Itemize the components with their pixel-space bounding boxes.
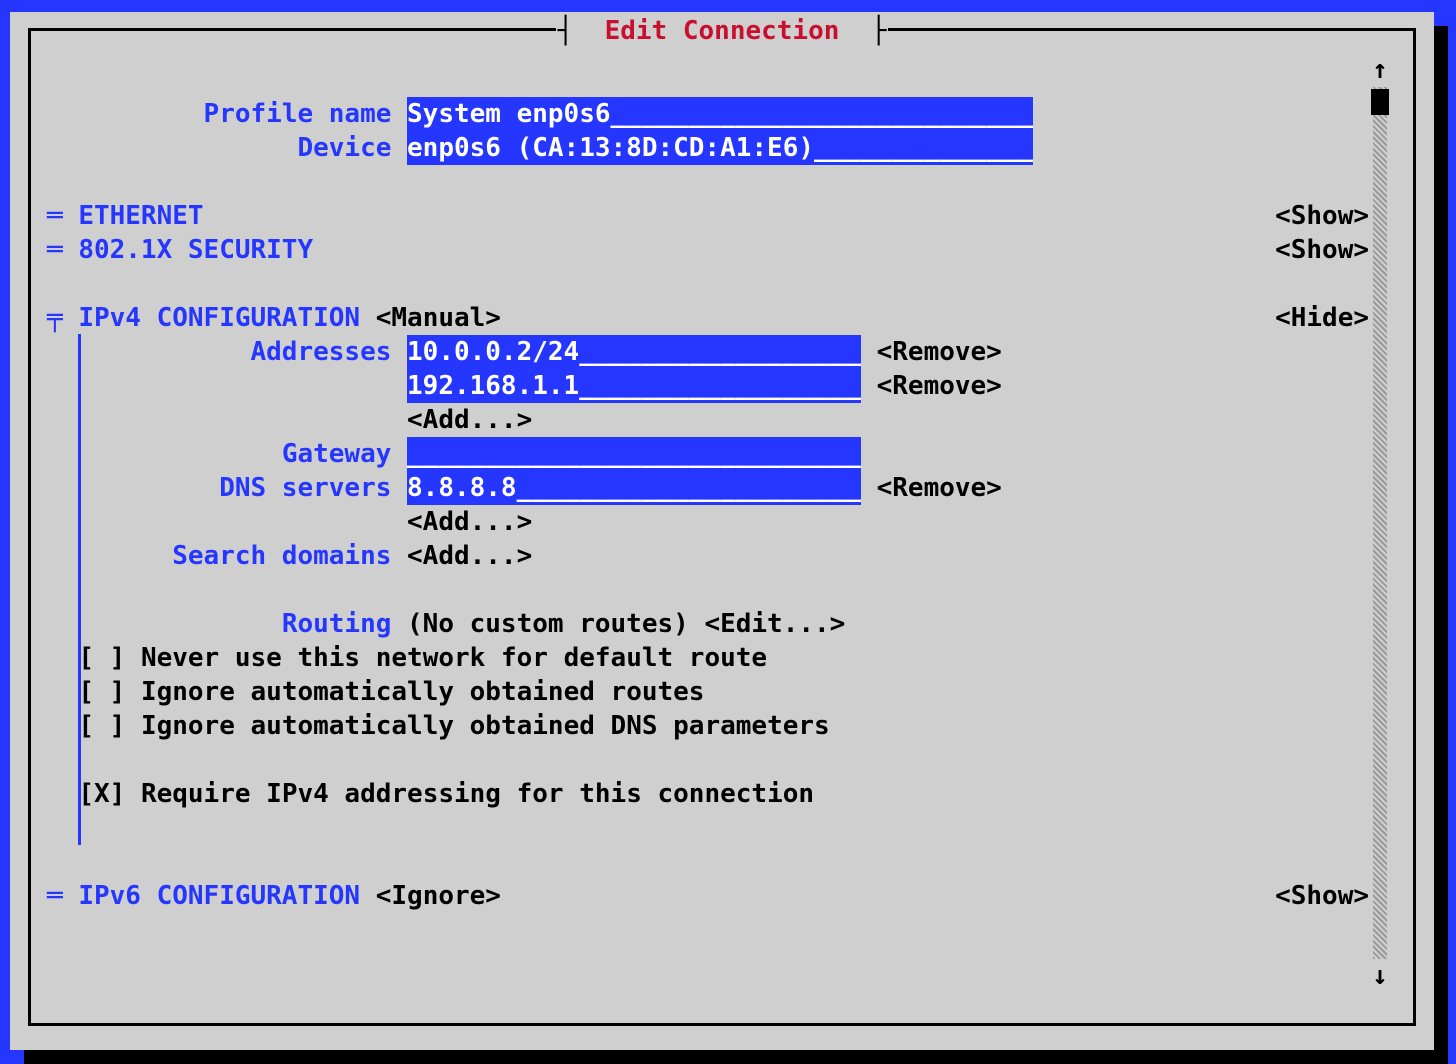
ipv4-mode-select[interactable]: <Manual>: [376, 303, 501, 333]
ipv4-routing-edit[interactable]: <Edit...>: [704, 607, 845, 641]
ipv4-dns-label: DNS servers: [47, 471, 407, 505]
device-label: Device: [47, 131, 407, 165]
dot1x-section-label: 802.1X SECURITY: [78, 235, 313, 265]
scrollbar[interactable]: ↑ ↓: [1371, 53, 1389, 993]
ipv6-toggle[interactable]: <Show>: [1275, 879, 1369, 913]
ethernet-toggle[interactable]: <Show>: [1275, 199, 1369, 233]
ipv4-dns-0-input[interactable]: 8.8.8.8______________________: [407, 471, 861, 505]
ipv6-section-label: IPv6 CONFIGURATION: [78, 881, 360, 911]
ipv4-dns-0-remove[interactable]: <Remove>: [877, 471, 1002, 505]
ipv4-opt-require-checkbox[interactable]: [X]: [78, 777, 125, 811]
ipv4-opt-ignore-dns-checkbox[interactable]: [ ]: [78, 709, 125, 743]
scrollbar-thumb[interactable]: [1371, 89, 1389, 115]
ipv4-search-add[interactable]: <Add...>: [407, 539, 532, 573]
profile-name-label: Profile name: [47, 97, 407, 131]
ipv4-opt-never-default-label: Never use this network for default route: [141, 641, 767, 675]
device-input[interactable]: enp0s6 (CA:13:8D:CD:A1:E6)______________: [407, 131, 1033, 165]
ipv4-routing-label: Routing: [47, 607, 407, 641]
ipv4-address-0-input[interactable]: 10.0.0.2/24__________________: [407, 335, 861, 369]
ipv4-section-label: IPv4 CONFIGURATION: [78, 303, 360, 333]
ipv4-addresses-label: Addresses: [47, 335, 407, 369]
scroll-up-icon[interactable]: ↑: [1371, 53, 1389, 87]
ipv4-opt-ignore-dns-label: Ignore automatically obtained DNS parame…: [141, 709, 830, 743]
ipv4-toggle[interactable]: <Hide>: [1275, 301, 1369, 335]
ipv4-address-1-remove[interactable]: <Remove>: [877, 369, 1002, 403]
scrollbar-track[interactable]: [1373, 87, 1387, 959]
ipv4-gateway-label: Gateway: [47, 437, 407, 471]
ipv6-mode-select[interactable]: <Ignore>: [376, 881, 501, 911]
ipv4-gateway-input[interactable]: _____________________________: [407, 437, 861, 471]
ipv4-opt-ignore-routes-checkbox[interactable]: [ ]: [78, 675, 125, 709]
ipv4-opt-require-label: Require IPv4 addressing for this connect…: [141, 777, 814, 811]
ipv4-address-1-input[interactable]: 192.168.1.1__________________: [407, 369, 861, 403]
dot1x-toggle[interactable]: <Show>: [1275, 233, 1369, 267]
ipv4-routing-text: (No custom routes): [407, 607, 689, 641]
ipv4-search-label: Search domains: [47, 539, 407, 573]
ipv4-address-add[interactable]: <Add...>: [407, 403, 532, 437]
ipv4-dns-add[interactable]: <Add...>: [407, 505, 532, 539]
ethernet-section-label: ETHERNET: [78, 201, 203, 231]
ipv4-opt-never-default-checkbox[interactable]: [ ]: [78, 641, 125, 675]
ipv4-address-0-remove[interactable]: <Remove>: [877, 335, 1002, 369]
ipv4-opt-ignore-routes-label: Ignore automatically obtained routes: [141, 675, 705, 709]
window-title: Edit Connection: [605, 16, 840, 46]
profile-name-input[interactable]: System enp0s6___________________________: [407, 97, 1033, 131]
scroll-down-icon[interactable]: ↓: [1371, 959, 1389, 993]
